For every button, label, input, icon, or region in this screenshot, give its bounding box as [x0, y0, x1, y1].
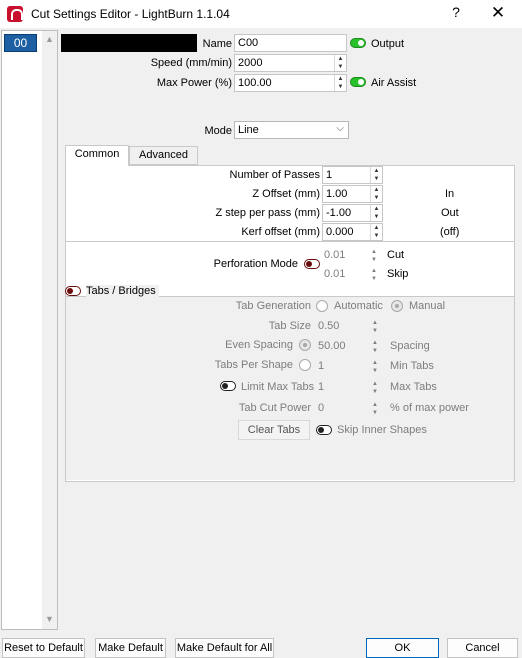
spin-arrows-icon[interactable]: ▲ ▼ — [370, 205, 382, 221]
mode-value: Line — [238, 124, 259, 136]
spin-arrows-icon[interactable]: ▲ ▼ — [372, 380, 378, 396]
max-power-value: 100.00 — [238, 77, 272, 89]
air-assist-label: Air Assist — [371, 77, 417, 89]
chevron-down-icon: ⌵ — [336, 123, 344, 134]
passes-value: 1 — [326, 169, 333, 181]
window-title: Cut Settings Editor - LightBurn 1.1.04 — [31, 7, 230, 21]
manual-label: Manual — [409, 300, 446, 312]
make-default-for-all-button[interactable]: Make Default for All — [175, 638, 274, 658]
spin-arrows-icon[interactable]: ▲ ▼ — [372, 359, 378, 375]
max-power-spinbox[interactable]: 100.00 ▲ ▼ — [234, 74, 347, 92]
skip-inner-shapes-toggle[interactable] — [316, 425, 332, 435]
divider — [66, 241, 514, 242]
cancel-button[interactable]: Cancel — [447, 638, 518, 658]
spacing-label: Spacing — [390, 340, 430, 352]
tabs-per-shape-radio[interactable] — [299, 359, 311, 371]
reset-to-default-button[interactable]: Reset to Default — [2, 638, 85, 658]
perf-skip-label: Skip — [387, 268, 409, 280]
max-power-label: Max Power (%) — [156, 77, 232, 89]
even-spacing-value[interactable]: 50.00 — [318, 340, 346, 352]
tab-common[interactable]: Common — [65, 145, 129, 165]
tab-size-value[interactable]: 0.50 — [318, 320, 339, 332]
close-button[interactable]: ✕ — [488, 3, 508, 23]
spin-arrows-icon[interactable]: ▲ ▼ — [334, 55, 346, 71]
z-offset-label: Z Offset (mm) — [252, 188, 320, 200]
kerf-spinbox[interactable]: 0.000 ▲ ▼ — [322, 223, 383, 241]
z-step-spinbox[interactable]: -1.00 ▲ ▼ — [322, 204, 383, 222]
active-tab-joiner — [66, 164, 128, 166]
z-offset-unit: In — [445, 188, 455, 200]
list-scrollbar[interactable] — [42, 31, 57, 629]
manual-radio[interactable] — [391, 300, 403, 312]
tab-cut-power-label: Tab Cut Power — [238, 402, 311, 414]
spin-arrows-icon[interactable]: ▲ ▼ — [370, 186, 382, 202]
help-button[interactable]: ? — [446, 4, 466, 24]
limit-max-tabs-toggle[interactable] — [220, 381, 236, 391]
automatic-label: Automatic — [334, 300, 383, 312]
passes-label: Number of Passes — [229, 169, 320, 181]
max-tabs-label: Max Tabs — [390, 381, 437, 393]
scroll-down-arrow-icon[interactable]: ▼ — [45, 614, 54, 624]
z-step-value: -1.00 — [326, 207, 352, 219]
list-item[interactable]: 00 — [4, 34, 37, 52]
limit-max-tabs-label: Limit Max Tabs — [241, 381, 315, 393]
perf-cut-value[interactable]: 0.01 — [324, 249, 345, 261]
tabs-bridges-toggle[interactable] — [65, 286, 81, 296]
perforation-label: Perforation Mode — [213, 258, 298, 270]
output-label: Output — [371, 38, 405, 50]
tab-cut-power-unit: % of max power — [390, 402, 469, 414]
kerf-label: Kerf offset (mm) — [241, 226, 320, 238]
passes-spinbox[interactable]: 1 ▲ ▼ — [322, 166, 383, 184]
spin-arrows-icon[interactable]: ▲ ▼ — [371, 248, 377, 264]
ok-button[interactable]: OK — [366, 638, 439, 658]
name-label: Name — [202, 38, 232, 50]
z-offset-value: 1.00 — [326, 188, 348, 200]
spin-arrows-icon[interactable]: ▲ ▼ — [370, 224, 382, 240]
tabs-per-shape-value[interactable]: 1 — [318, 360, 324, 372]
min-tabs-label: Min Tabs — [390, 360, 434, 372]
perf-skip-value[interactable]: 0.01 — [324, 268, 345, 280]
speed-value: 2000 — [238, 57, 263, 69]
z-step-label: Z step per pass (mm) — [215, 207, 320, 219]
spin-arrows-icon[interactable]: ▲ ▼ — [370, 167, 382, 183]
speed-spinbox[interactable]: 2000 ▲ ▼ — [234, 54, 347, 72]
even-spacing-radio[interactable] — [299, 339, 311, 351]
tabs-per-shape-label: Tabs Per Shape — [214, 359, 293, 371]
tab-generation-label: Tab Generation — [235, 300, 311, 312]
clear-tabs-button[interactable]: Clear Tabs — [238, 420, 310, 440]
automatic-radio[interactable] — [316, 300, 328, 312]
perf-cut-label: Cut — [387, 249, 405, 261]
lightburn-logo-icon — [7, 6, 23, 22]
make-default-button[interactable]: Make Default — [95, 638, 166, 658]
limit-max-tabs-value[interactable]: 1 — [318, 381, 324, 393]
spin-arrows-icon[interactable]: ▲ ▼ — [372, 319, 378, 335]
name-field[interactable]: C00 — [234, 34, 347, 52]
spin-arrows-icon[interactable]: ▲ ▼ — [372, 339, 378, 355]
tab-cut-power-value[interactable]: 0 — [318, 402, 324, 414]
mode-dropdown[interactable]: Line ⌵ — [234, 121, 349, 139]
tabs-bridges-title: Tabs / Bridges — [86, 285, 159, 297]
z-step-unit: Out — [441, 207, 459, 219]
spin-arrows-icon[interactable]: ▲ ▼ — [334, 75, 346, 91]
air-assist-toggle[interactable] — [350, 77, 366, 87]
speed-label: Speed (mm/min) — [150, 57, 232, 69]
perforation-toggle[interactable] — [304, 259, 320, 269]
kerf-unit: (off) — [440, 226, 460, 238]
mode-label: Mode — [204, 125, 232, 137]
even-spacing-label: Even Spacing — [225, 339, 293, 351]
scroll-up-arrow-icon[interactable]: ▲ — [45, 34, 54, 44]
spin-arrows-icon[interactable]: ▲ ▼ — [371, 267, 377, 283]
kerf-value: 0.000 — [326, 226, 354, 238]
z-offset-spinbox[interactable]: 1.00 ▲ ▼ — [322, 185, 383, 203]
skip-inner-shapes-label: Skip Inner Shapes — [337, 424, 427, 436]
output-toggle[interactable] — [350, 38, 366, 48]
spin-arrows-icon[interactable]: ▲ ▼ — [372, 401, 378, 417]
tab-size-label: Tab Size — [268, 320, 311, 332]
tab-advanced[interactable]: Advanced — [129, 146, 198, 165]
